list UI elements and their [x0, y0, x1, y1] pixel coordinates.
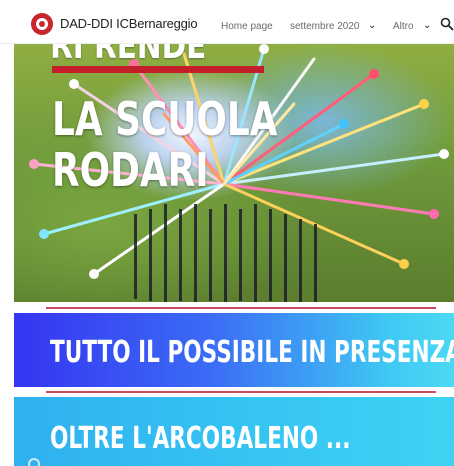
section-card-presenza[interactable]: TUTTO IL POSSIBILE IN PRESENZA [14, 313, 454, 387]
nav-more-menu[interactable]: Altro [393, 21, 414, 32]
school-logo-icon[interactable] [31, 13, 53, 35]
chevron-down-icon[interactable]: ⌄ [423, 20, 431, 31]
search-icon[interactable] [440, 17, 454, 31]
chevron-down-icon[interactable]: ⌄ [368, 20, 376, 31]
hero-banner[interactable]: RI RENDE LA SCUOLA RODARI [14, 44, 454, 302]
top-navigation-bar: DAD-DDI ICBernareggio Home page settembr… [0, 0, 454, 44]
hero-top-text: RI RENDE [50, 44, 207, 67]
section-title: TUTTO IL POSSIBILE IN PRESENZA [50, 335, 454, 370]
nav-month-menu[interactable]: settembre 2020 [290, 21, 360, 32]
hero-accent-bar [52, 66, 264, 73]
section-title: OLTRE L'ARCOBALENO ... [50, 421, 351, 456]
section-divider [46, 307, 436, 309]
hero-heading-line-2: RODARI [52, 143, 209, 197]
scroll-indicator-icon[interactable] [28, 458, 40, 466]
logo-mark [36, 18, 48, 30]
site-title[interactable]: DAD-DDI ICBernareggio [60, 16, 198, 31]
section-divider [46, 391, 436, 393]
nav-home-link[interactable]: Home page [221, 21, 273, 32]
hero-heading-line-1: LA SCUOLA [52, 92, 278, 146]
section-card-arcobaleno[interactable]: OLTRE L'ARCOBALENO ... [14, 397, 454, 466]
